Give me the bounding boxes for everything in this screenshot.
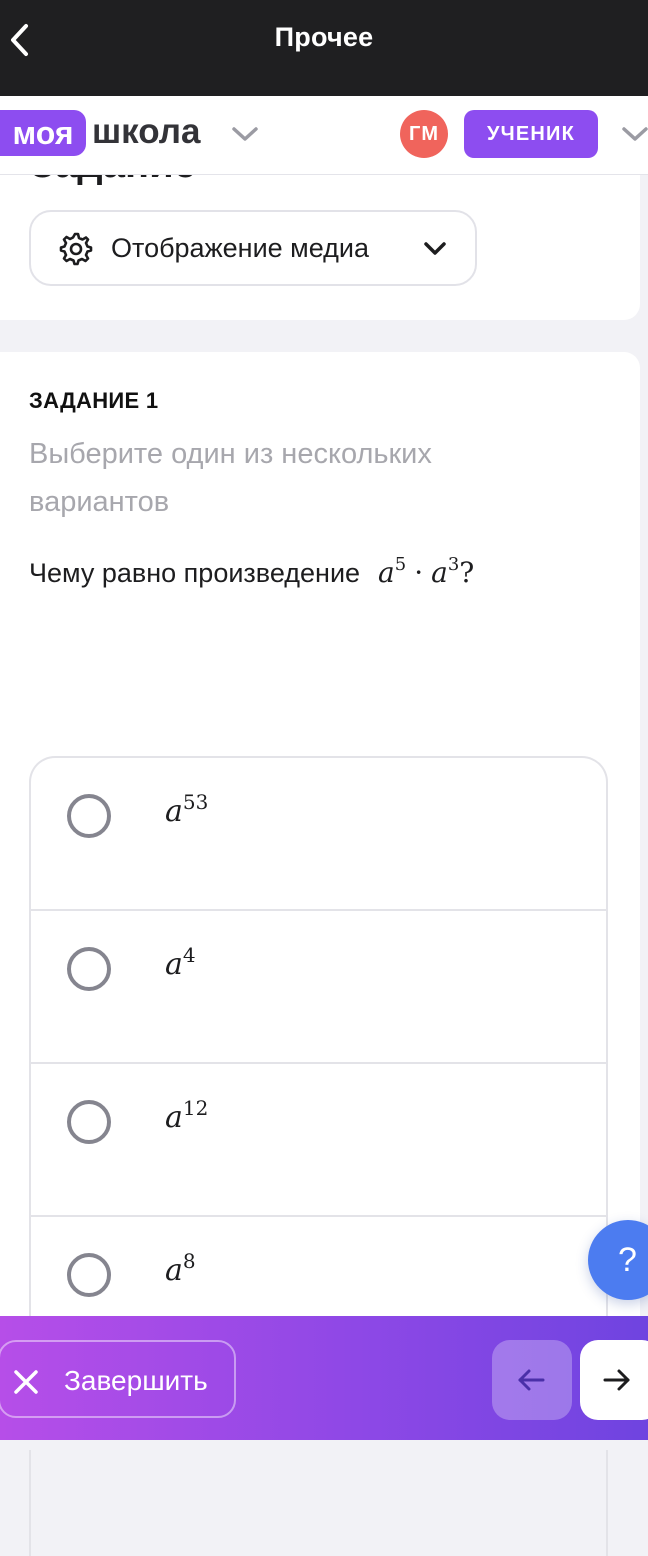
radio-button[interactable] [67,794,111,838]
page-title: Прочее [274,22,374,52]
section-card: Задание Отображение медиа [0,150,640,320]
option-label: a8 [165,1249,196,1288]
role-badge[interactable]: УЧЕНИК [464,110,598,158]
question-expression: a5 · a3? [378,554,475,590]
bottom-strip [0,1440,648,1450]
task-number: ЗАДАНИЕ 1 [29,388,159,413]
option-label: a53 [165,790,209,829]
option-label: a12 [165,1096,209,1135]
arrow-left-icon [518,1369,545,1391]
question-text: Чему равно произведение [29,558,361,588]
logo-moya[interactable]: моя [0,110,86,156]
top-bar: Прочее [0,0,648,96]
arrow-right-icon [603,1369,630,1391]
answer-option[interactable]: a12 [31,1064,606,1217]
question: Чему равно произведение a5 · a3? [29,554,475,590]
task-instruction: Выберите один из нескольких вариантов [29,438,432,518]
bottom-action-bar: Завершить [0,1316,648,1440]
logo-shkola[interactable]: школа [92,110,200,156]
answer-option[interactable]: a53 [31,758,606,911]
close-icon [14,1370,38,1394]
radio-button[interactable] [67,1253,111,1297]
chevron-down-icon [424,242,446,255]
next-button[interactable] [580,1340,648,1420]
gear-icon [59,232,93,266]
chevron-down-icon[interactable] [230,124,260,144]
previous-button[interactable] [492,1340,572,1420]
radio-button[interactable] [67,1100,111,1144]
task-card: ЗАДАНИЕ 1 Выберите один из нескольких ва… [0,352,640,1556]
chevron-down-icon[interactable] [620,124,648,144]
finish-label: Завершить [64,1365,208,1396]
media-button-label: Отображение медиа [111,233,370,263]
app-header: моя школа ГМ УЧЕНИК [0,96,648,175]
option-label: a4 [165,943,196,982]
answer-option[interactable]: a4 [31,911,606,1064]
finish-button[interactable]: Завершить [0,1340,236,1418]
media-display-button[interactable]: Отображение медиа [29,210,477,286]
radio-button[interactable] [67,947,111,991]
avatar[interactable]: ГМ [400,110,448,158]
